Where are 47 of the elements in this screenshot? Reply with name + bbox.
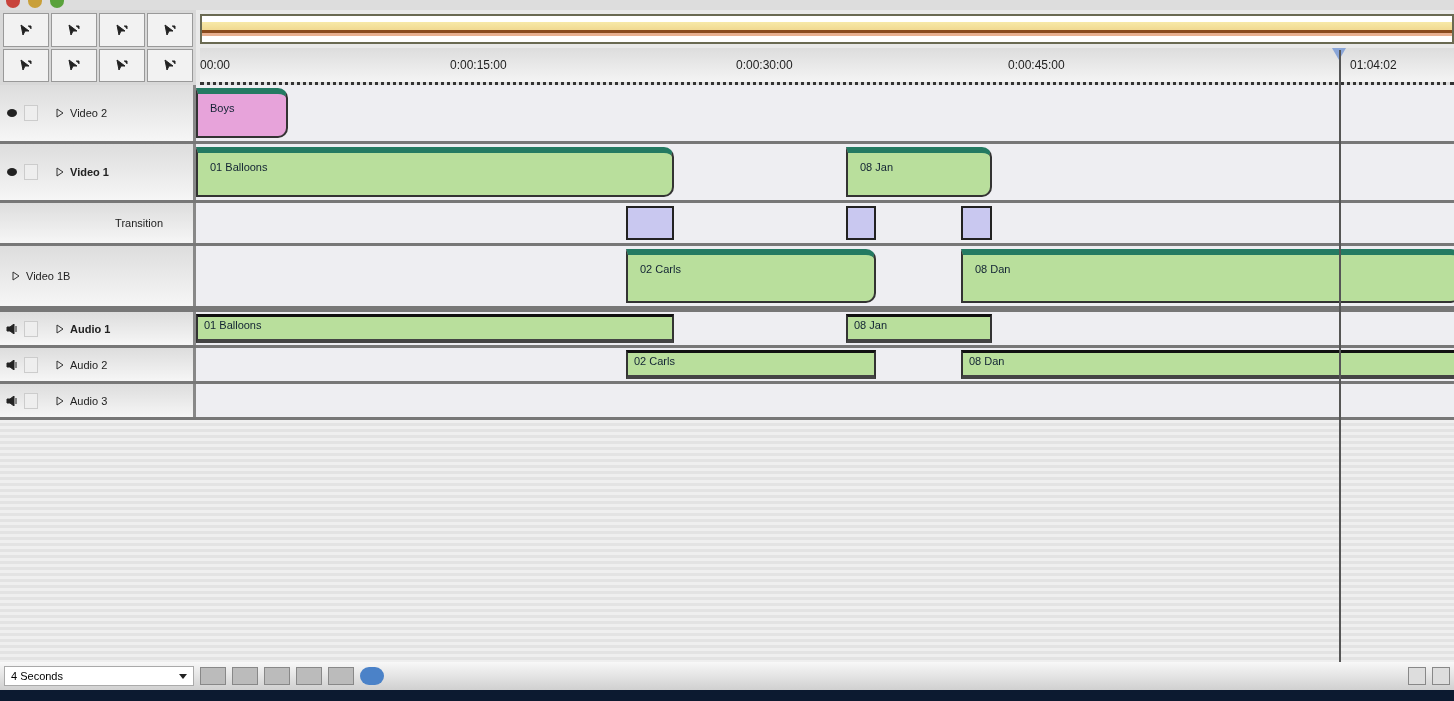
track-name: Audio 2 xyxy=(70,358,108,371)
disclosure-triangle-icon[interactable] xyxy=(56,323,64,334)
disclosure-triangle-icon[interactable] xyxy=(56,108,64,118)
lock-checkbox[interactable] xyxy=(24,320,38,337)
disclosure-triangle-icon[interactable] xyxy=(12,271,20,281)
speaker-icon[interactable] xyxy=(6,359,18,370)
eye-icon[interactable] xyxy=(6,167,18,177)
speaker-icon[interactable] xyxy=(6,323,18,334)
track-name: Video 1B xyxy=(26,270,71,282)
eye-icon[interactable] xyxy=(6,108,18,118)
track-name: Transition xyxy=(115,217,163,229)
clip[interactable]: 08 Jan xyxy=(846,314,992,343)
clip[interactable]: 02 Carls xyxy=(626,249,876,303)
disclosure-triangle-icon[interactable] xyxy=(56,359,64,370)
disclosure-triangle-icon[interactable] xyxy=(56,395,64,406)
disclosure-triangle-icon[interactable] xyxy=(56,167,64,177)
transition-block[interactable] xyxy=(846,206,876,240)
zoom-slider-thumb[interactable] xyxy=(360,667,384,685)
speaker-icon[interactable] xyxy=(6,395,18,406)
arrow-tool-icon[interactable] xyxy=(3,13,49,47)
clip[interactable]: 01 Balloons xyxy=(196,147,674,197)
clip[interactable]: 01 Balloons xyxy=(196,314,674,343)
clip[interactable]: 08 Dan xyxy=(961,350,1454,379)
ruler-time-label: 01:04:02 xyxy=(1350,58,1397,72)
time-ruler[interactable]: 00:00 0:00:15:00 0:00:30:00 0:00:45:00 01:04:02 xyxy=(200,48,1454,85)
scroll-right-button[interactable] xyxy=(1432,667,1450,685)
clip[interactable]: Boys xyxy=(196,88,288,138)
lock-checkbox[interactable] xyxy=(24,356,38,373)
ruler-time-label: 0:00:15:00 xyxy=(450,58,507,72)
lock-checkbox[interactable] xyxy=(24,392,38,409)
lock-checkbox[interactable] xyxy=(24,105,38,121)
scroll-left-button[interactable] xyxy=(1408,667,1426,685)
ruler-time-label: 0:00:30:00 xyxy=(736,58,793,72)
zoom-dropdown[interactable]: 4 Seconds xyxy=(4,666,194,686)
clip[interactable]: 08 Jan xyxy=(846,147,992,197)
transition-block[interactable] xyxy=(626,206,674,240)
transition-block[interactable] xyxy=(961,206,992,240)
track-name: Audio 1 xyxy=(70,322,111,335)
ruler-time-label: 00:00 xyxy=(200,58,231,72)
clip[interactable]: 08 Dan xyxy=(961,249,1454,303)
timeline-overview-bar[interactable] xyxy=(200,14,1454,44)
track-name: Audio 3 xyxy=(70,394,108,407)
ruler-time-label: 0:00:45:00 xyxy=(1008,58,1065,72)
track-name: Video 2 xyxy=(70,107,108,119)
lock-checkbox[interactable] xyxy=(24,164,38,180)
track-name: Video 1 xyxy=(70,166,109,178)
clip[interactable]: 02 Carls xyxy=(626,350,876,379)
